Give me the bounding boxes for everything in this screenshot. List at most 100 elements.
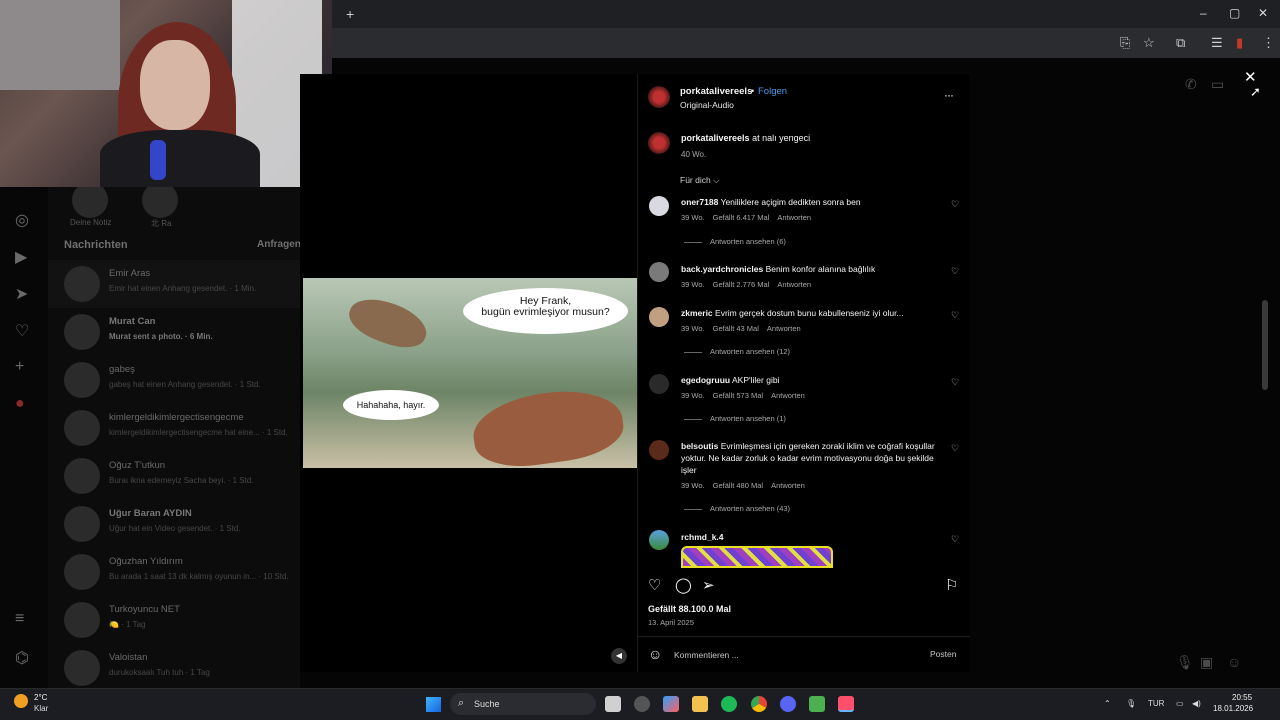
comment-username[interactable]: rchmd_k.4	[681, 532, 724, 542]
emoji-icon[interactable]: ☺	[648, 646, 662, 662]
maximize-button[interactable]: ▢	[1229, 6, 1240, 20]
comment-likes[interactable]: Gefällt 43 Mal	[713, 324, 759, 333]
network-icon[interactable]: ▭	[1176, 699, 1184, 708]
comment-likes[interactable]: Gefällt 6.417 Mal	[713, 213, 770, 222]
comment-likes[interactable]: Gefällt 2.776 Mal	[713, 280, 770, 289]
reply-button[interactable]: Antworten	[777, 213, 811, 222]
caption-avatar[interactable]	[648, 132, 670, 154]
owner-username[interactable]: porkatalivereels	[680, 86, 752, 97]
story-avatar[interactable]	[142, 182, 178, 218]
taskbar-search[interactable]	[450, 693, 596, 715]
discord-icon[interactable]	[780, 696, 796, 712]
conversation-item[interactable]: gabeş gabeş hat einen Anhang gesendet. ·…	[48, 356, 300, 404]
avatar[interactable]	[649, 196, 669, 216]
weather-icon[interactable]	[14, 694, 28, 708]
comment-username[interactable]: egedogruuu	[681, 375, 730, 385]
task-view-icon[interactable]	[605, 696, 621, 712]
avatar[interactable]	[649, 307, 669, 327]
view-replies-button[interactable]: Antworten ansehen (43)	[684, 504, 790, 513]
volume-icon[interactable]: ◀)	[1192, 699, 1201, 708]
reading-list-icon[interactable]: ☰	[1211, 35, 1223, 51]
clock-date[interactable]: 18.01.2026	[1213, 704, 1253, 713]
install-icon[interactable]: ⎘	[1120, 35, 1130, 51]
view-replies-button[interactable]: Antworten ansehen (6)	[684, 237, 786, 246]
reels-icon[interactable]: ▶	[15, 247, 27, 267]
tray-overflow-icon[interactable]: ⌃	[1104, 699, 1111, 708]
more-options-icon[interactable]: ···	[944, 88, 954, 102]
reply-button[interactable]: Antworten	[771, 481, 805, 490]
phone-icon[interactable]: ✆	[1185, 76, 1197, 93]
owner-avatar[interactable]	[648, 86, 670, 108]
sticker-icon[interactable]: ☺	[1227, 654, 1241, 670]
like-heart-icon[interactable]: ♡	[951, 266, 959, 277]
comment-input[interactable]	[674, 648, 914, 662]
avatar[interactable]	[649, 374, 669, 394]
post-comment-button[interactable]: Posten	[930, 649, 956, 659]
bookmark-star-icon[interactable]: ☆	[1143, 35, 1155, 51]
extensions-icon[interactable]: ⧉	[1176, 35, 1185, 51]
comment-username[interactable]: back.yardchronicles	[681, 264, 763, 274]
requests-link[interactable]: Anfragen	[257, 239, 301, 250]
conversation-item[interactable]: Murat Can Murat sent a photo. · 6 Min.	[48, 308, 300, 356]
avatar[interactable]	[649, 440, 669, 460]
comment-username[interactable]: zkmeric	[681, 308, 713, 318]
story-avatar[interactable]	[72, 182, 108, 218]
avatar[interactable]	[649, 530, 669, 550]
mute-toggle-icon[interactable]: ◀	[611, 648, 627, 664]
file-explorer-icon[interactable]	[692, 696, 708, 712]
spotify-icon[interactable]	[721, 696, 737, 712]
image-icon[interactable]: ▣	[1200, 654, 1213, 671]
conversation-item[interactable]: Valoistan durukoksaalı Tuh tuh · 1 Tag	[48, 644, 300, 692]
avatar[interactable]	[649, 262, 669, 282]
microphone-icon[interactable]: 🎙	[1176, 654, 1194, 671]
follow-button[interactable]: Folgen	[758, 86, 787, 97]
minimize-button[interactable]: –	[1200, 6, 1207, 20]
chrome-icon[interactable]	[751, 696, 767, 712]
obs-icon[interactable]	[634, 696, 650, 712]
like-heart-icon[interactable]: ♡	[951, 443, 959, 454]
reply-button[interactable]: Antworten	[767, 324, 801, 333]
share-send-icon[interactable]: ➢	[702, 576, 715, 594]
meta-apps-icon[interactable]: ⌬	[15, 648, 29, 668]
windows-start-icon[interactable]	[426, 697, 441, 712]
app-icon[interactable]	[809, 696, 825, 712]
weather-condition[interactable]: Klar	[34, 704, 48, 713]
create-plus-icon[interactable]: +	[15, 358, 24, 376]
comment-username[interactable]: belsoutis	[681, 441, 718, 451]
more-menu-icon[interactable]: ≡	[15, 610, 24, 628]
view-replies-button[interactable]: Antworten ansehen (12)	[684, 347, 790, 356]
conversation-item[interactable]: Oğuzhan Yıldırım Bu arada 1 saat 13 dk k…	[48, 548, 300, 596]
like-heart-icon[interactable]: ♡	[951, 377, 959, 388]
view-replies-button[interactable]: Antworten ansehen (1)	[684, 414, 786, 423]
conversation-item[interactable]: Uğur Baran AYDIN Uğur hat ein Video gese…	[48, 500, 300, 548]
conversation-item[interactable]: Emir Aras Emir hat einen Anhang gesendet…	[48, 260, 300, 308]
weather-temperature[interactable]: 2°C	[34, 693, 47, 702]
likes-count[interactable]: Gefällt 88.100.0 Mal	[648, 604, 731, 614]
tray-mic-icon[interactable]: 🎙	[1126, 699, 1136, 708]
window-close-button[interactable]: ✕	[1258, 6, 1268, 20]
like-heart-icon[interactable]: ♡	[648, 576, 661, 594]
like-heart-icon[interactable]: ♡	[951, 199, 959, 210]
scrollbar[interactable]	[1262, 300, 1268, 390]
explore-icon[interactable]: ◎	[15, 210, 29, 230]
conversation-item[interactable]: Turkoyuncu NET 🍋 · 1 Tag	[48, 596, 300, 644]
notifications-heart-icon[interactable]: ♡	[15, 321, 29, 341]
active-app-icon[interactable]	[838, 696, 854, 712]
copilot-icon[interactable]	[663, 696, 679, 712]
comment-likes[interactable]: Gefällt 480 Mal	[713, 481, 763, 490]
conversation-item[interactable]: kimlergeldikimlergecti​sengecme kimlerge…	[48, 404, 300, 452]
comment-likes[interactable]: Gefällt 573 Mal	[713, 391, 763, 400]
like-heart-icon[interactable]: ♡	[951, 310, 959, 321]
save-bookmark-icon[interactable]: ⚐	[945, 576, 958, 594]
browser-menu-icon[interactable]: ⋮	[1262, 35, 1275, 51]
comment-filter-dropdown[interactable]: Für dich ⌵	[680, 175, 720, 186]
video-call-icon[interactable]: ▭	[1211, 76, 1224, 93]
profile-icon[interactable]: ▮	[1236, 35, 1243, 51]
like-heart-icon[interactable]: ♡	[951, 534, 959, 545]
keyboard-language[interactable]: TUR	[1148, 699, 1164, 708]
new-tab-button[interactable]: +	[346, 6, 354, 22]
profile-avatar-icon[interactable]: ●	[15, 395, 25, 413]
reply-button[interactable]: Antworten	[771, 391, 805, 400]
audio-label[interactable]: Original-Audio	[680, 100, 734, 110]
clock-time[interactable]: 20:55	[1232, 693, 1252, 702]
